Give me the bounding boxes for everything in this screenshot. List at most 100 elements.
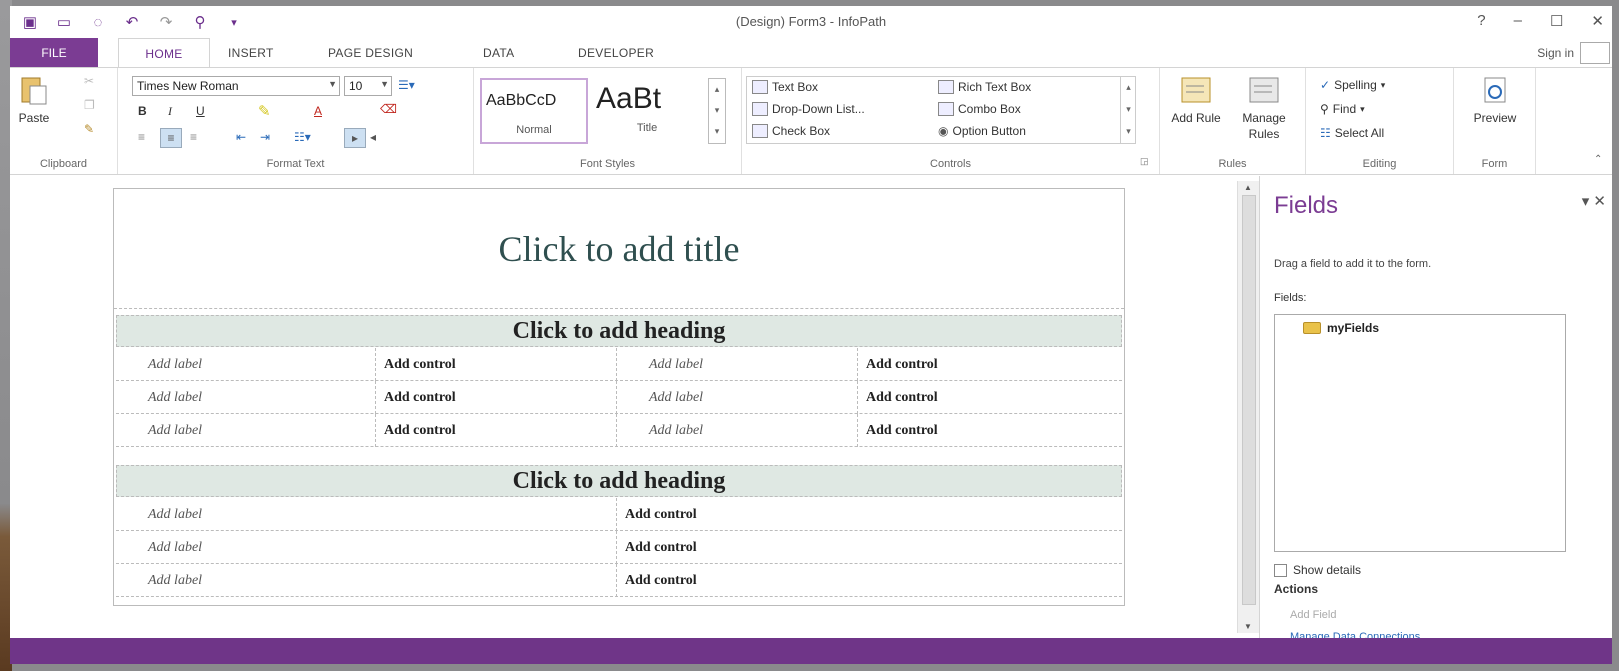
bullets-icon[interactable]: ☷▾ bbox=[294, 130, 311, 144]
font-size-combo[interactable]: 10 ▼ bbox=[344, 76, 392, 96]
add-control-placeholder[interactable]: Add control bbox=[376, 348, 617, 381]
tab-data[interactable]: DATA bbox=[483, 38, 514, 68]
text-direction-ltr-icon[interactable]: ▸ bbox=[344, 128, 366, 148]
tab-insert[interactable]: INSERT bbox=[228, 38, 274, 68]
tab-developer[interactable]: DEVELOPER bbox=[578, 38, 654, 68]
collapse-ribbon-icon[interactable]: ⌃ bbox=[1594, 154, 1602, 165]
select-all-button[interactable]: ☷ Select All bbox=[1320, 126, 1384, 140]
style-title[interactable]: AaBt Title bbox=[590, 78, 704, 144]
dropdown-list-control[interactable]: Drop-Down List... bbox=[752, 102, 865, 116]
underline-button[interactable]: U bbox=[196, 104, 205, 118]
controls-gallery-scroll[interactable]: ▴ ▾ ▾ bbox=[1120, 76, 1136, 144]
font-color-button[interactable]: A bbox=[314, 104, 322, 118]
add-rule-button[interactable]: Add Rule bbox=[1166, 74, 1226, 126]
add-control-placeholder[interactable]: Add control bbox=[617, 498, 1122, 531]
add-label-placeholder[interactable]: Add label bbox=[116, 414, 376, 447]
option-button-control[interactable]: ◉ Option Button bbox=[938, 124, 1026, 138]
add-label-placeholder[interactable]: Add label bbox=[116, 531, 617, 564]
rich-text-box-control[interactable]: Rich Text Box bbox=[938, 80, 1031, 94]
chevron-down-icon: ▼ bbox=[380, 79, 389, 89]
align-right-icon[interactable]: ≡ bbox=[190, 130, 197, 144]
add-control-placeholder[interactable]: Add control bbox=[376, 381, 617, 414]
group-editing: ✓ Spelling ▾ ⚲ Find ▾ ☷ Select All Editing bbox=[1306, 68, 1454, 174]
tab-home[interactable]: HOME bbox=[118, 38, 210, 68]
fields-list-label: Fields: bbox=[1274, 292, 1307, 304]
fields-pane-description: Drag a field to add it to the form. bbox=[1274, 258, 1432, 270]
add-label-placeholder[interactable]: Add label bbox=[617, 414, 858, 447]
align-left-icon[interactable]: ≡ bbox=[138, 130, 145, 144]
increase-indent-icon[interactable]: ⇥ bbox=[260, 130, 270, 144]
find-label: Find bbox=[1332, 102, 1357, 116]
form-title-placeholder[interactable]: Click to add title bbox=[114, 189, 1124, 309]
manage-rules-button[interactable]: Manage Rules bbox=[1232, 74, 1296, 142]
tree-node-myfields[interactable]: myFields bbox=[1303, 321, 1379, 335]
preview-button[interactable]: Preview bbox=[1462, 74, 1528, 126]
scrollbar-thumb[interactable] bbox=[1242, 195, 1256, 605]
maximize-button[interactable]: ☐ bbox=[1550, 12, 1563, 30]
show-details-checkbox[interactable]: Show details bbox=[1274, 563, 1361, 577]
add-label-placeholder[interactable]: Add label bbox=[617, 381, 858, 414]
align-center-icon[interactable]: ≡ bbox=[160, 128, 182, 148]
copy-icon[interactable]: ❐ bbox=[84, 98, 95, 112]
section-heading[interactable]: Click to add heading bbox=[116, 465, 1122, 497]
italic-button[interactable]: I bbox=[168, 104, 172, 119]
add-label-placeholder[interactable]: Add label bbox=[116, 381, 376, 414]
help-button[interactable]: ? bbox=[1477, 12, 1485, 30]
window-title: (Design) Form3 - InfoPath bbox=[735, 14, 887, 29]
style-normal[interactable]: AaBbCcD Normal bbox=[480, 78, 588, 144]
combo-box-control[interactable]: Combo Box bbox=[938, 102, 1021, 116]
status-bar bbox=[10, 638, 1612, 664]
text-direction-rtl-icon[interactable]: ◂ bbox=[370, 130, 376, 144]
find-button[interactable]: ⚲ Find ▾ bbox=[1320, 102, 1365, 116]
pane-options-icon[interactable]: ▾ bbox=[1582, 193, 1590, 210]
font-name-combo[interactable]: Times New Roman ▼ bbox=[132, 76, 340, 96]
scroll-down-arrow[interactable]: ▼ bbox=[1238, 622, 1258, 631]
add-label-placeholder[interactable]: Add label bbox=[116, 348, 376, 381]
cut-icon[interactable]: ✂ bbox=[84, 74, 94, 88]
format-painter-clip-icon[interactable]: ✎ bbox=[84, 122, 94, 136]
decrease-indent-icon[interactable]: ⇤ bbox=[236, 130, 246, 144]
tab-file[interactable]: FILE bbox=[10, 38, 98, 68]
select-all-label: Select All bbox=[1334, 126, 1385, 140]
check-box-control[interactable]: Check Box bbox=[752, 124, 830, 138]
clear-format-icon[interactable]: ⌫ bbox=[380, 102, 397, 116]
option-button-icon: ◉ bbox=[938, 124, 949, 138]
pane-close-icon[interactable]: ✕ bbox=[1593, 193, 1606, 210]
minimize-button[interactable]: – bbox=[1514, 12, 1522, 30]
infopath-window: ▣ ▭ ◌ ↶ ↷ ⚲ ▾ (Design) Form3 - InfoPath … bbox=[10, 6, 1612, 664]
paste-button[interactable]: Paste bbox=[16, 74, 52, 126]
close-button[interactable]: ✕ bbox=[1591, 12, 1604, 30]
add-control-placeholder[interactable]: Add control bbox=[617, 564, 1122, 597]
font-name-value: Times New Roman bbox=[137, 79, 239, 93]
tab-page-design[interactable]: PAGE DESIGN bbox=[328, 38, 413, 68]
highlight-icon[interactable]: ✎ bbox=[258, 102, 271, 120]
line-spacing-icon[interactable]: ☰▾ bbox=[398, 78, 415, 92]
add-field-link[interactable]: Add Field bbox=[1290, 609, 1336, 621]
group-label-font-styles: Font Styles bbox=[579, 158, 636, 170]
group-rules: Add Rule Manage Rules Rules bbox=[1160, 68, 1306, 174]
sign-in-link[interactable]: Sign in bbox=[1537, 46, 1574, 60]
show-details-label: Show details bbox=[1293, 563, 1362, 577]
add-rule-icon bbox=[1181, 77, 1211, 103]
add-label-placeholder[interactable]: Add label bbox=[617, 348, 858, 381]
paste-label: Paste bbox=[18, 111, 50, 125]
add-control-placeholder[interactable]: Add control bbox=[858, 381, 1122, 414]
fields-tree[interactable]: myFields bbox=[1274, 314, 1566, 552]
add-control-placeholder[interactable]: Add control bbox=[858, 414, 1122, 447]
add-label-placeholder[interactable]: Add label bbox=[116, 498, 617, 531]
table-row: Add label Add control bbox=[116, 564, 1122, 597]
canvas-vertical-scrollbar[interactable]: ▲ ▼ bbox=[1237, 181, 1259, 633]
scroll-up-arrow[interactable]: ▲ bbox=[1238, 183, 1258, 192]
style-title-label: Title bbox=[636, 122, 658, 134]
dropdown-list-icon bbox=[752, 102, 768, 116]
add-control-placeholder[interactable]: Add control bbox=[376, 414, 617, 447]
bold-button[interactable]: B bbox=[138, 104, 147, 118]
section-heading[interactable]: Click to add heading bbox=[116, 315, 1122, 347]
styles-gallery-scroll[interactable]: ▴ ▾ ▾ bbox=[708, 78, 726, 144]
account-box[interactable] bbox=[1580, 42, 1610, 64]
add-label-placeholder[interactable]: Add label bbox=[116, 564, 617, 597]
spelling-button[interactable]: ✓ Spelling ▾ bbox=[1320, 78, 1385, 92]
add-control-placeholder[interactable]: Add control bbox=[858, 348, 1122, 381]
add-control-placeholder[interactable]: Add control bbox=[617, 531, 1122, 564]
text-box-control[interactable]: Text Box bbox=[752, 80, 818, 94]
